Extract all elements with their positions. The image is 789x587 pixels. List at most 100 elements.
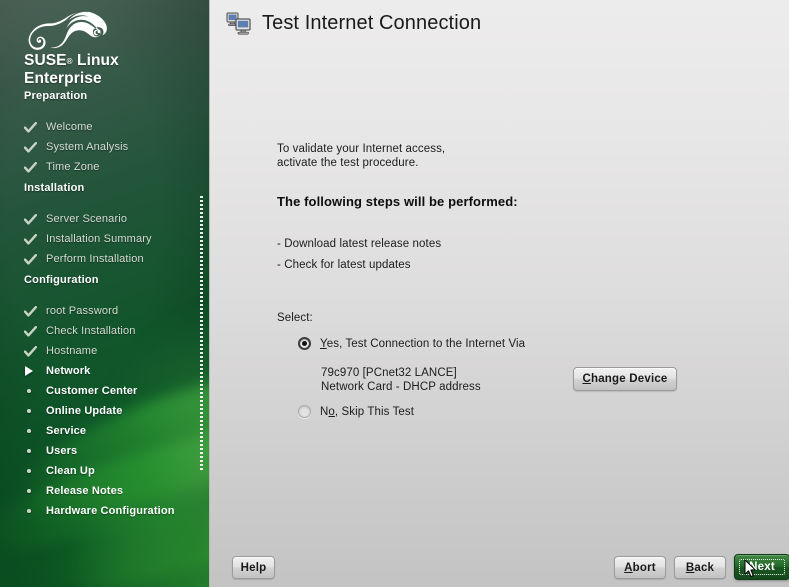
accel-key-yes: Y (320, 337, 327, 350)
radio-label-yes: Yes, Test Connection to the Internet Via (320, 338, 525, 350)
sidebar-item-label: Release Notes (46, 485, 124, 497)
abort-button[interactable]: Abort (614, 556, 666, 579)
check-icon (24, 251, 46, 267)
radio-unselected-icon[interactable] (298, 405, 311, 418)
accel-key-abort: A (624, 561, 633, 574)
dot-icon (27, 489, 31, 493)
sidebar-item-system-analysis[interactable]: System Analysis (24, 139, 128, 155)
triangle-icon (25, 366, 33, 376)
installer-sidebar: SUSE® Linux Enterprise Preparation Welcom… (0, 0, 209, 587)
dot-icon (24, 403, 46, 419)
sidebar-item-label: Service (46, 425, 87, 437)
check-icon (24, 119, 46, 135)
change-device-label: Change Device (582, 373, 667, 385)
sidebar-item-hostname[interactable]: Hostname (24, 343, 97, 359)
sidebar-item-label: Welcome (46, 121, 93, 133)
step-item-check-updates: - Check for latest updates (277, 259, 411, 271)
sidebar-item-server-scenario[interactable]: Server Scenario (24, 211, 127, 227)
sidebar-item-network[interactable]: Network (24, 363, 90, 379)
select-label: Select: (277, 312, 313, 324)
sidebar-item-welcome[interactable]: Welcome (24, 119, 93, 135)
sidebar-item-time-zone[interactable]: Time Zone (24, 159, 100, 175)
dot-icon (27, 409, 31, 413)
sidebar-item-root-password[interactable]: root Password (24, 303, 118, 319)
sidebar-item-service[interactable]: Service (24, 423, 86, 439)
accel-key-change: C (582, 373, 591, 385)
check-icon (24, 159, 46, 175)
sidebar-item-label: Network (46, 365, 91, 377)
back-label: Back (686, 562, 714, 574)
sidebar-item-online-update[interactable]: Online Update (24, 403, 123, 419)
dot-icon (27, 509, 31, 513)
help-label: Help (240, 561, 267, 574)
sidebar-item-label: Server Scenario (46, 213, 128, 225)
dot-icon (24, 383, 46, 399)
page-header: Test Internet Connection (226, 10, 481, 36)
sidebar-item-perform-installation[interactable]: Perform Installation (24, 251, 144, 267)
sidebar-item-label: Check Installation (46, 325, 136, 337)
device-description: 79c970 [PCnet32 LANCE] Network Card - DH… (321, 367, 481, 393)
help-button[interactable]: Help (232, 556, 275, 579)
check-icon (24, 211, 46, 227)
brand-suse: SUSE (24, 52, 67, 69)
brand-name: SUSE® Linux Enterprise (24, 52, 119, 87)
sidebar-focus-indicator (200, 196, 203, 472)
dot-icon (24, 503, 46, 519)
radio-option-test-connection[interactable]: Yes, Test Connection to the Internet Via (298, 337, 525, 350)
radio-label-no: No, Skip This Test (320, 406, 414, 418)
installer-window: SUSE® Linux Enterprise Preparation Welcom… (0, 0, 789, 587)
sidebar-item-label: Hardware Configuration (46, 505, 175, 517)
sidebar-item-customer-center[interactable]: Customer Center (24, 383, 138, 399)
sidebar-item-clean-up[interactable]: Clean Up (24, 463, 95, 479)
dot-icon (24, 463, 46, 479)
change-device-button[interactable]: Change Device (573, 367, 677, 391)
check-icon (24, 139, 46, 155)
sidebar-item-release-notes[interactable]: Release Notes (24, 483, 123, 499)
sidebar-item-label: Installation Summary (46, 233, 152, 245)
abort-label-rest: bort (632, 561, 656, 574)
dot-icon (24, 443, 46, 459)
sidebar-item-label: Customer Center (46, 385, 138, 397)
main-content-panel: Test Internet Connection To validate you… (209, 0, 789, 587)
brand-linux: Linux (72, 52, 119, 69)
radio-label-yes-rest: es, Test Connection to the Internet Via (326, 337, 526, 350)
dot-icon (27, 469, 31, 473)
sidebar-section-heading-configuration: Configuration (24, 274, 99, 286)
sidebar-item-label: Perform Installation (46, 253, 144, 265)
sidebar-item-label: Hostname (46, 345, 98, 357)
check-icon (24, 231, 46, 247)
sidebar-item-label: Online Update (46, 405, 123, 417)
sidebar-item-users[interactable]: Users (24, 443, 77, 459)
sidebar-item-check-installation[interactable]: Check Installation (24, 323, 136, 339)
sidebar-item-label: root Password (46, 305, 119, 317)
sidebar-item-label: Clean Up (46, 465, 95, 477)
back-button[interactable]: Back (674, 556, 726, 579)
next-label: Next (749, 561, 775, 573)
dot-icon (27, 429, 31, 433)
next-button[interactable]: Next (734, 554, 789, 580)
radio-label-no-rest: , Skip This Test (334, 405, 415, 418)
sidebar-item-label: Users (46, 445, 78, 457)
radio-option-skip-test[interactable]: No, Skip This Test (298, 405, 414, 418)
sidebar-section-heading-installation: Installation (24, 182, 85, 194)
dot-icon (24, 423, 46, 439)
dot-icon (27, 389, 31, 393)
radio-selected-icon[interactable] (298, 337, 311, 350)
chameleon-logo-icon (28, 11, 107, 50)
sidebar-item-installation-summary[interactable]: Installation Summary (24, 231, 152, 247)
sidebar-item-label: System Analysis (46, 141, 129, 153)
network-computers-icon (226, 12, 251, 35)
check-icon (24, 343, 46, 359)
back-label-rest: ack (694, 561, 715, 574)
abort-label: Abort (624, 562, 656, 574)
check-icon (24, 323, 46, 339)
steps-heading: The following steps will be performed: (277, 194, 518, 209)
intro-text: To validate your Internet access, activa… (277, 143, 446, 169)
brand-enterprise: Enterprise (24, 70, 102, 87)
change-device-label-rest: hange Device (590, 373, 668, 385)
sidebar-item-label: Time Zone (46, 161, 100, 173)
sidebar-item-hardware-configuration[interactable]: Hardware Configuration (24, 503, 175, 519)
step-item-download-release-notes: - Download latest release notes (277, 238, 442, 250)
sidebar-section-heading-preparation: Preparation (24, 90, 88, 102)
dot-icon (27, 449, 31, 453)
